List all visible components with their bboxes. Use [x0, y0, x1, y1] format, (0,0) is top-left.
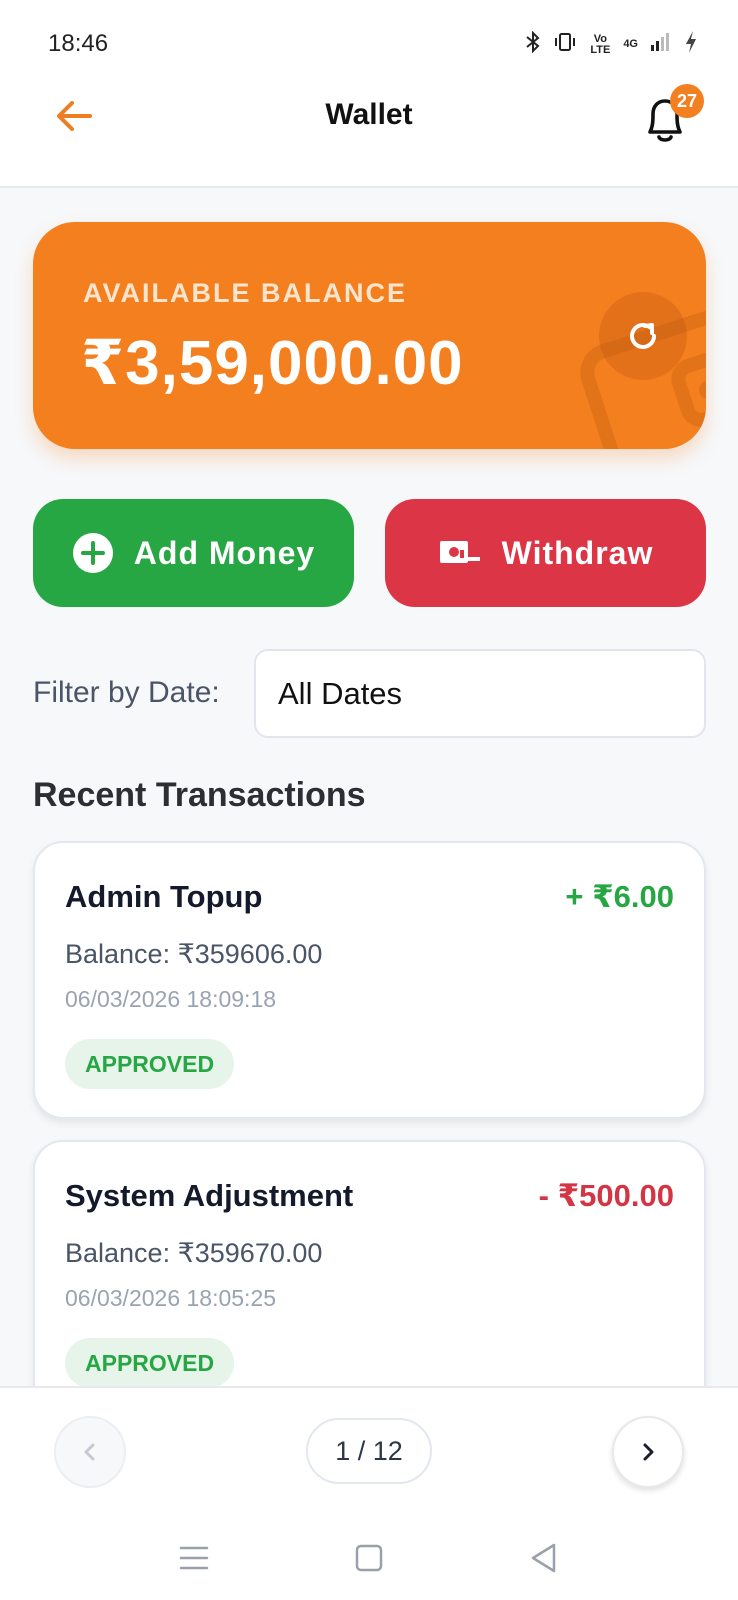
add-money-button[interactable]: Add Money: [33, 499, 354, 607]
menu-icon: [179, 1546, 209, 1570]
app-header: Wallet 27: [0, 80, 738, 188]
square-icon: [355, 1544, 383, 1572]
chevron-right-icon: [643, 1443, 654, 1461]
page-indicator: 1 / 12: [306, 1418, 432, 1484]
transaction-title: Admin Topup: [65, 879, 263, 914]
transaction-card[interactable]: Admin Topup + ₹6.00 Balance: ₹359606.00 …: [33, 841, 706, 1119]
refresh-icon: [630, 323, 656, 349]
withdraw-button[interactable]: Withdraw: [385, 499, 706, 607]
pagination-bar: 1 / 12: [0, 1386, 738, 1516]
transaction-date: 06/03/2026 18:05:25: [65, 1285, 277, 1311]
prev-page-button[interactable]: [54, 1416, 126, 1488]
page-title: Wallet: [325, 98, 413, 131]
date-filter-select[interactable]: All Dates: [254, 649, 706, 738]
balance-card: AVAILABLE BALANCE ₹3,59,000.00: [33, 222, 706, 449]
money-bill-icon: [439, 541, 480, 563]
vibrate-icon: [553, 31, 577, 58]
transaction-amount: - ₹500.00: [538, 1178, 674, 1213]
transaction-title: System Adjustment: [65, 1178, 354, 1213]
status-bar: 18:46 Vo LTE 4G: [0, 0, 738, 80]
transaction-balance: Balance: ₹359670.00: [65, 1238, 323, 1268]
section-title: Recent Transactions: [33, 776, 366, 814]
add-money-label: Add Money: [133, 534, 316, 571]
refresh-button[interactable]: [599, 292, 687, 380]
status-badge: APPROVED: [65, 1338, 235, 1388]
recents-button[interactable]: [174, 1538, 214, 1578]
plus-circle-icon: [72, 533, 113, 573]
transaction-amount: + ₹6.00: [565, 879, 674, 914]
next-page-button[interactable]: [612, 1416, 684, 1488]
status-icons: Vo LTE 4G: [525, 30, 698, 59]
chevron-left-icon: [84, 1443, 95, 1461]
system-nav-bar: [0, 1516, 738, 1600]
back-nav-button[interactable]: [524, 1538, 564, 1578]
transaction-date: 06/03/2026 18:09:18: [65, 986, 277, 1012]
bluetooth-icon: [525, 30, 541, 58]
volte-label: Vo LTE: [590, 32, 611, 56]
balance-amount: ₹3,59,000.00: [81, 329, 464, 398]
withdraw-label: Withdraw: [501, 534, 654, 571]
status-time: 18:46: [48, 30, 109, 57]
battery-charging-icon: [684, 30, 698, 59]
transaction-balance: Balance: ₹359606.00: [65, 939, 323, 969]
balance-label: AVAILABLE BALANCE: [83, 278, 407, 308]
notification-badge: 27: [670, 84, 704, 118]
triangle-back-icon: [531, 1543, 556, 1573]
status-badge: APPROVED: [65, 1039, 235, 1089]
signal-icon: [650, 31, 672, 58]
filter-label: Filter by Date:: [33, 676, 220, 709]
home-button[interactable]: [349, 1538, 389, 1578]
network-label: 4G: [623, 38, 638, 50]
date-filter-value: All Dates: [278, 675, 403, 711]
